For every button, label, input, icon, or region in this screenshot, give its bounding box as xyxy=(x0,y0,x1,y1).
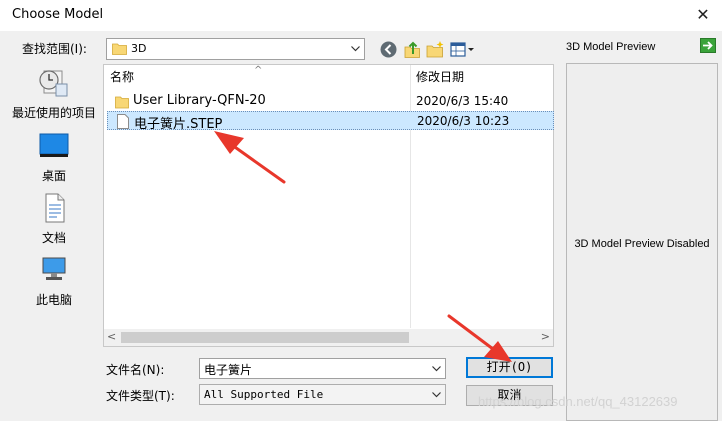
list-item-file-selected[interactable]: 电子簧片.STEP 2020/6/3 10:23 xyxy=(107,111,554,132)
up-folder-icon[interactable] xyxy=(403,40,422,59)
this-pc-icon xyxy=(42,257,66,280)
dialog-title: Choose Model xyxy=(12,7,104,22)
preview-toggle-icon[interactable] xyxy=(700,38,716,53)
place-documents[interactable]: 文档 xyxy=(8,193,100,246)
chevron-down-icon[interactable] xyxy=(350,43,361,54)
preview-title: 3D Model Preview xyxy=(566,41,656,53)
scroll-thumb[interactable] xyxy=(121,332,409,343)
choose-model-dialog: Choose Model ✕ 查找范围(I): 3D 最近使用的项目 桌面 文档… xyxy=(0,0,722,421)
file-name: User Library-QFN-20 xyxy=(133,93,266,108)
sort-ascending-icon: ^ xyxy=(254,65,263,76)
new-folder-icon[interactable] xyxy=(426,40,445,59)
look-in-combo[interactable]: 3D xyxy=(106,38,365,60)
recent-items-icon xyxy=(39,70,68,97)
folder-icon xyxy=(112,43,127,55)
place-label: 文档 xyxy=(41,231,66,245)
scroll-right-icon[interactable]: > xyxy=(538,330,550,344)
place-desktop[interactable]: 桌面 xyxy=(8,131,100,184)
chevron-down-icon[interactable] xyxy=(431,389,442,400)
file-name-value: 电子簧片 xyxy=(204,363,253,377)
place-this-pc[interactable]: 此电脑 xyxy=(8,255,100,308)
file-date: 2020/6/3 15:40 xyxy=(416,94,509,108)
horizontal-scrollbar[interactable]: < > xyxy=(104,329,553,346)
place-recent-items[interactable]: 最近使用的项目 xyxy=(8,68,100,121)
file-name: 电子簧片.STEP xyxy=(134,117,223,132)
file-icon xyxy=(117,114,129,129)
folder-icon xyxy=(115,96,129,109)
file-name-label: 文件名(N): xyxy=(106,363,165,377)
scroll-left-icon[interactable]: < xyxy=(107,330,119,344)
file-date: 2020/6/3 10:23 xyxy=(417,114,510,128)
file-type-value: All Supported File xyxy=(204,388,324,401)
file-type-select[interactable]: All Supported File xyxy=(199,384,446,405)
close-button[interactable]: ✕ xyxy=(688,4,718,26)
view-menu-icon[interactable] xyxy=(450,40,476,59)
desktop-icon xyxy=(39,133,69,157)
look-in-value: 3D xyxy=(131,42,147,55)
documents-icon xyxy=(45,193,65,223)
file-name-field[interactable]: 电子簧片 xyxy=(199,358,446,379)
file-type-label: 文件类型(T): xyxy=(106,389,175,403)
list-item-folder[interactable]: User Library-QFN-20 2020/6/3 15:40 xyxy=(107,92,554,111)
open-button[interactable]: 打开(O) xyxy=(466,357,553,378)
chevron-down-icon[interactable] xyxy=(431,363,442,374)
column-header-name[interactable]: 名称 xyxy=(110,65,134,89)
preview-pane: 3D Model Preview Disabled xyxy=(566,63,718,421)
watermark-text: https://blog.csdn.net/qq_43122639 xyxy=(478,394,678,409)
preview-disabled-message: 3D Model Preview Disabled xyxy=(574,238,710,250)
place-label: 最近使用的项目 xyxy=(11,106,96,120)
back-icon[interactable] xyxy=(379,40,398,59)
place-label: 此电脑 xyxy=(35,293,72,307)
column-header-date[interactable]: 修改日期 xyxy=(416,65,464,89)
place-label: 桌面 xyxy=(41,169,66,183)
title-bar: Choose Model ✕ xyxy=(0,0,722,31)
file-list[interactable]: 名称 ^ 修改日期 User Library-QFN-20 2020/6/3 1… xyxy=(103,64,554,347)
look-in-label: 查找范围(I): xyxy=(22,42,87,56)
